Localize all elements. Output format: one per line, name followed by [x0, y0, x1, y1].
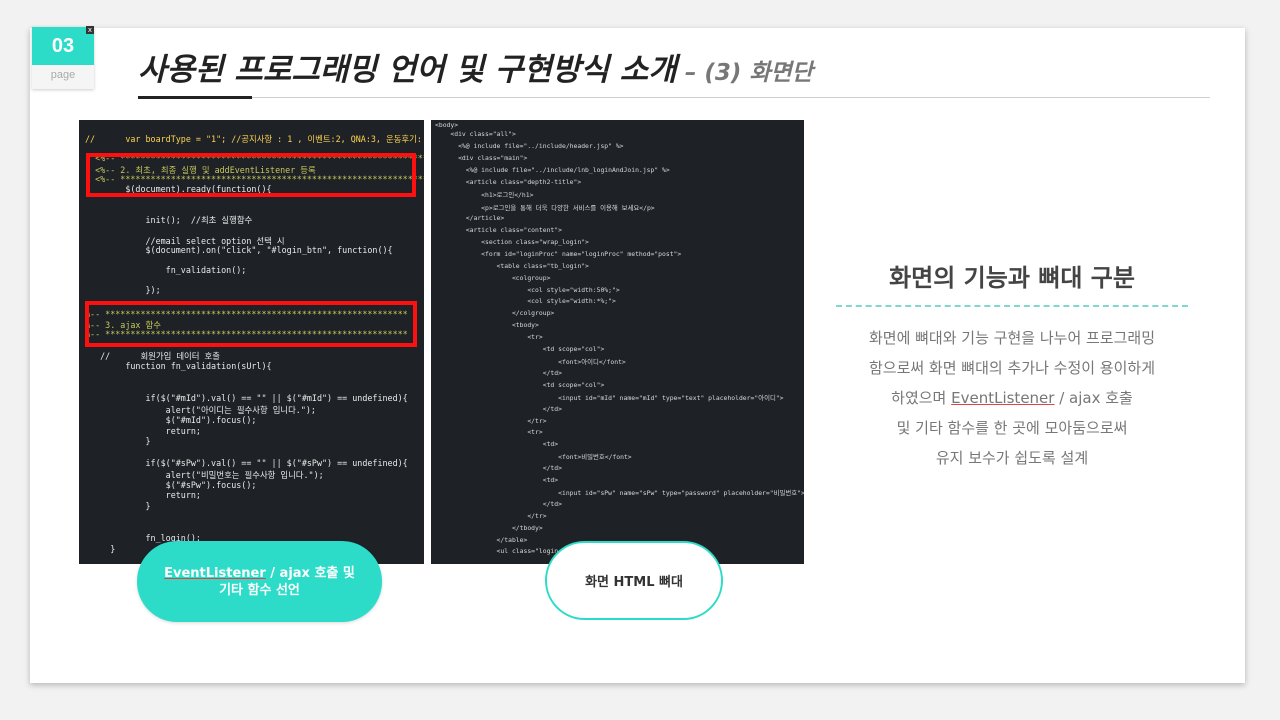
code-line: </tr>	[435, 417, 547, 425]
code-line: </colgroup>	[435, 309, 555, 317]
code-line: <p>로그인을 통해 더욱 다양한 서비스를 이용해 보세요</p>	[435, 204, 655, 212]
code-line: }	[85, 501, 151, 511]
code-line: </td>	[435, 500, 562, 508]
code-line: <article class="depth2-title">	[435, 178, 582, 186]
callout-event-listener: EventListener / ajax 호출 및 기타 함수 선언	[137, 541, 382, 622]
code-line: <tr>	[435, 333, 543, 341]
code-line: <form id="loginProc" name="loginProc" me…	[435, 250, 682, 258]
desc-text: 하였으며	[891, 389, 952, 407]
code-line: <font>아이디</font>	[435, 358, 626, 366]
code-line: return;	[85, 426, 201, 436]
callout-right-label: 화면 HTML 뼈대	[585, 575, 683, 590]
code-line: <input id="mId" name="mId" type="text" p…	[435, 394, 784, 402]
code-line: <td>	[435, 476, 559, 484]
code-line: }	[85, 436, 151, 446]
code-line: <td scope="col">	[435, 381, 605, 389]
slide-title-sub: – (3) 화면단	[676, 60, 813, 86]
page-badge: 03 page	[32, 27, 94, 89]
desc-underlined: EventListener	[951, 389, 1055, 407]
highlight-box-ajax	[85, 301, 417, 347]
slide-title: 사용된 프로그래밍 언어 및 구현방식 소개 – (3) 화면단	[138, 44, 813, 89]
desc-line: 유지 보수가 쉽도록 설계	[935, 449, 1089, 467]
desc-line: 및 기타 함수를 한 곳에 모아둠으로써	[896, 419, 1128, 437]
code-line: <section class="wrap_login">	[435, 238, 589, 246]
code-line: </article>	[435, 214, 505, 222]
code-screenshot-html: <body> <div class="all"> <%@ include fil…	[431, 120, 804, 564]
code-line: <colgroup>	[435, 274, 551, 282]
code-line: <div class="all">	[435, 130, 516, 138]
code-line: });	[85, 285, 161, 295]
code-line: init(); //최초 실행함수	[85, 215, 253, 225]
code-line: <col style="width:*%;">	[435, 297, 616, 305]
code-line: $("#sPw").focus();	[85, 480, 257, 490]
code-line: </tbody>	[435, 524, 543, 532]
code-line: if($("#mId").val() == "" || $("#mId") ==…	[85, 393, 408, 403]
callout-left-line1: / ajax 호출 및	[265, 565, 355, 581]
page-number: 03	[32, 27, 94, 65]
highlight-box-event-listener	[86, 153, 416, 197]
feature-heading: 화면의 기능과 뼈대 구분	[889, 264, 1135, 292]
desc-line: 하였으며 EventListener / ajax 호출	[836, 383, 1188, 413]
code-line: <tbody>	[435, 321, 539, 329]
code-line: <td>	[435, 440, 559, 448]
code-line: <input id="sPw" name="sPw" type="passwor…	[435, 489, 804, 497]
code-line: $(document).on("click", "#login_btn", fu…	[85, 245, 393, 255]
feature-divider	[836, 305, 1188, 307]
code-line: <table class="tb_login">	[435, 262, 589, 270]
code-line: </tr>	[435, 512, 547, 520]
code-line: <div class="main">	[435, 154, 528, 162]
code-line: return;	[85, 490, 201, 500]
code-line: <ul class="login_bt	[435, 547, 570, 555]
slide-title-main: 사용된 프로그래밍 언어 및 구현방식 소개	[138, 52, 677, 88]
code-line: </td>	[435, 464, 562, 472]
close-icon[interactable]: x	[86, 26, 94, 34]
code-line: function fn_validation(sUrl){	[85, 361, 272, 371]
code-line: </td>	[435, 405, 562, 413]
code-line: </table>	[435, 536, 528, 544]
code-line: <h1>로그인</h1>	[435, 191, 534, 199]
code-line: $("#mId").focus();	[85, 415, 257, 425]
code-line: <font>비밀번호</font>	[435, 453, 632, 461]
feature-description: 화면에 뼈대와 기능 구현을 나누어 프로그래밍 함으로써 화면 뼈대의 추가나…	[836, 323, 1188, 473]
code-line: <%@ include file="../include/header.jsp"…	[435, 142, 624, 150]
desc-line: 화면에 뼈대와 기능 구현을 나누어 프로그래밍	[868, 329, 1156, 347]
desc-text: / ajax 호출	[1054, 389, 1133, 407]
desc-line: 함으로써 화면 뼈대의 추가나 수정이 용이하게	[868, 359, 1156, 377]
code-line: <article class="content">	[435, 226, 562, 234]
page-label: page	[50, 69, 76, 81]
code-line: <%@ include file="../include/lnb_loginAn…	[435, 166, 670, 174]
code-line: if($("#sPw").val() == "" || $("#sPw") ==…	[85, 458, 408, 468]
code-line: <tr>	[435, 428, 543, 436]
code-line: <td scope="col">	[435, 345, 605, 353]
code-line: </td>	[435, 369, 562, 377]
code-line: <col style="width:50%;">	[435, 286, 620, 294]
title-divider	[138, 97, 1210, 98]
title-divider-accent	[138, 96, 252, 99]
code-line: <body>	[435, 121, 459, 129]
callout-html-skeleton: 화면 HTML 뼈대	[545, 541, 723, 620]
code-line: // var boardType = "1"; //공지사항 : 1 , 이벤트…	[85, 134, 422, 144]
code-line: }	[85, 544, 116, 554]
code-line: fn_validation();	[85, 265, 247, 275]
callout-left-underlined: EventListener	[164, 565, 266, 581]
callout-left-line2: 기타 함수 선언	[219, 582, 300, 598]
